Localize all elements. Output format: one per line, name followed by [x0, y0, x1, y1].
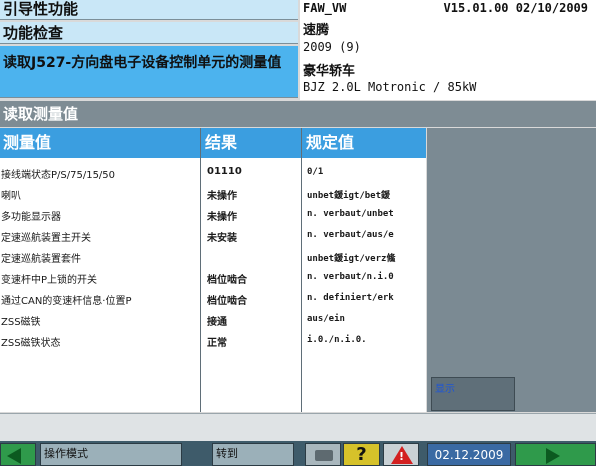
measurement-name: 接线端状态P/S/75/15/50 — [1, 170, 116, 181]
measurement-name: 喇叭 — [1, 191, 21, 202]
column-header-measurement: 测量值 — [3, 133, 52, 152]
table-row[interactable]: ZSS磁铁 接通 aus/ein — [0, 309, 426, 330]
measurement-spec: n. definiert/erk — [307, 293, 394, 303]
engine-code: BJZ 2.0L Motronic / 85kW — [303, 80, 477, 94]
next-button[interactable] — [515, 443, 596, 466]
arrow-left-icon — [7, 448, 21, 464]
measurement-name: 变速杆中P上锁的开关 — [1, 275, 98, 286]
vehicle-brand: FAW_VW — [303, 1, 347, 15]
table-row[interactable]: 接线端状态P/S/75/15/50 01110 0/1 — [0, 162, 426, 183]
warning-button[interactable]: ! — [383, 443, 419, 466]
section-title: 读取测量值 — [0, 101, 596, 127]
measurement-spec: n. verbaut/unbet — [307, 209, 394, 219]
measurement-name: 定速巡航装置主开关 — [1, 233, 91, 244]
measurement-table: 接线端状态P/S/75/15/50 01110 0/1 喇叭 未操作 unbet… — [0, 158, 426, 412]
measurement-spec: n. verbaut/aus/e — [307, 230, 394, 240]
measurement-result: 未操作 — [207, 191, 237, 202]
help-button[interactable]: ? — [343, 443, 380, 466]
table-row[interactable]: 通过CAN的变速杆信息·位置P 档位啮合 n. definiert/erk — [0, 288, 426, 309]
display-field[interactable]: 显示 — [431, 377, 515, 411]
vehicle-body: 豪华轿车 — [303, 64, 356, 79]
table-row[interactable]: 喇叭 未操作 unbet鍰igt/bet鍰 — [0, 183, 426, 204]
print-button[interactable] — [305, 443, 341, 466]
measurement-spec: aus/ein — [307, 314, 345, 324]
status-strip — [0, 413, 596, 441]
table-row[interactable]: 变速杆中P上锁的开关 档位啮合 n. verbaut/n.i.0 — [0, 267, 426, 288]
side-panel — [427, 128, 596, 412]
measurement-name: 多功能显示器 — [1, 212, 61, 223]
table-row[interactable]: 多功能显示器 未操作 n. verbaut/unbet — [0, 204, 426, 225]
measurement-spec: unbet鍰igt/bet鍰 — [307, 191, 391, 201]
software-version: V15.01.00 02/10/2009 — [443, 1, 589, 15]
table-row[interactable]: ZSS磁铁状态 正常 i.0./n.i.0. — [0, 330, 426, 351]
current-function-title: 读取J527-方向盘电子设备控制单元的测量值 — [0, 46, 298, 98]
column-header-specified: 规定值 — [306, 133, 355, 152]
measurement-result: 正常 — [207, 338, 227, 349]
goto-button[interactable]: 转到 — [212, 443, 294, 466]
measurement-result: 未操作 — [207, 212, 237, 223]
measurement-spec: 0/1 — [307, 167, 324, 177]
measurement-spec: unbet鍰igt/verz鯈 — [307, 254, 396, 264]
model-year: 2009 (9) — [303, 40, 361, 54]
diagnostic-screen: 引导性功能 功能检查 读取J527-方向盘电子设备控制单元的测量值 FAW_VW… — [0, 0, 596, 466]
measurement-result: 接通 — [207, 317, 227, 328]
table-row[interactable]: 定速巡航装置主开关 未安装 n. verbaut/aus/e — [0, 225, 426, 246]
table-header: 测量值 结果 规定值 — [0, 128, 426, 158]
table-row[interactable]: 定速巡航装置套件 unbet鍰igt/verz鯈 — [0, 246, 426, 267]
measurement-name: ZSS磁铁 — [1, 317, 41, 328]
column-header-result: 结果 — [205, 133, 238, 152]
back-button[interactable] — [0, 443, 36, 466]
measurement-name: ZSS磁铁状态 — [1, 338, 61, 349]
bottom-toolbar: 操作模式 转到 ? ! 02.12.2009 — [0, 441, 596, 466]
column-divider — [301, 128, 302, 412]
breadcrumb-function-test[interactable]: 功能检查 — [0, 22, 298, 44]
measurement-result: 未安装 — [207, 233, 237, 244]
column-divider — [200, 128, 201, 412]
vehicle-info-panel: FAW_VW V15.01.00 02/10/2009 速腾 2009 (9) … — [300, 0, 596, 100]
measurement-name: 定速巡航装置套件 — [1, 254, 81, 265]
measurement-result: 档位啮合 — [207, 275, 247, 286]
measurement-result: 档位啮合 — [207, 296, 247, 307]
measurement-spec: n. verbaut/n.i.0 — [307, 272, 394, 282]
date-display: 02.12.2009 — [427, 443, 511, 466]
vehicle-model: 速腾 — [303, 23, 330, 38]
operation-mode-button[interactable]: 操作模式 — [40, 443, 182, 466]
breadcrumb-guided-functions[interactable]: 引导性功能 — [0, 0, 298, 20]
measurement-name: 通过CAN的变速杆信息·位置P — [1, 296, 132, 307]
printer-icon — [315, 450, 333, 461]
function-path: 引导性功能 功能检查 读取J527-方向盘电子设备控制单元的测量值 — [0, 0, 298, 100]
measurement-result: 01110 — [207, 166, 242, 177]
arrow-right-icon — [546, 448, 560, 464]
measurement-spec: i.0./n.i.0. — [307, 335, 367, 345]
